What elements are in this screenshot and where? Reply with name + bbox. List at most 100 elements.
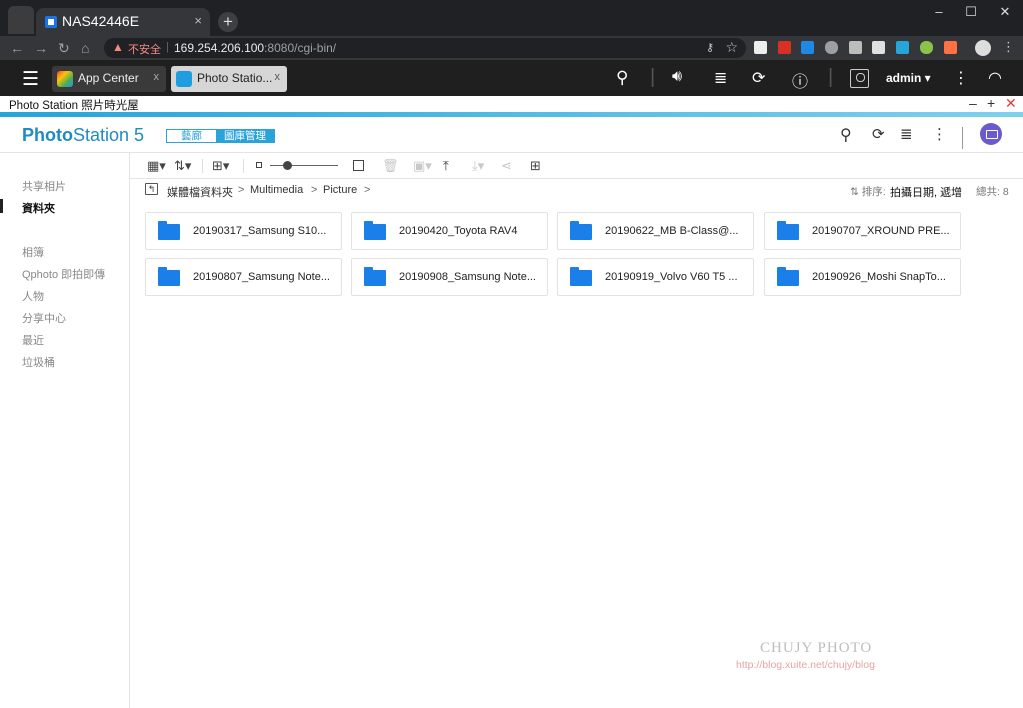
qts-tab-app-center[interactable]: App Center x [52, 66, 166, 92]
qts-topbar: ☰ App Center x Photo Statio... x ⚲ | 🔊︎ … [0, 60, 1023, 96]
sidebar-item-folders[interactable]: 資料夾 [22, 200, 55, 216]
zoom-slider-handle[interactable] [283, 161, 292, 170]
tab-gallery[interactable]: 藝廊 [167, 130, 216, 142]
sort-label-text: 排序: [861, 186, 886, 198]
folder-item[interactable]: 20190707_XROUND PRE... [764, 212, 961, 250]
adblock-icon[interactable] [778, 41, 791, 54]
bookmark-star-icon[interactable]: ☆ [725, 39, 738, 56]
app-logo: PhotoStation 5 [22, 125, 144, 146]
minimize-app-button[interactable]: – [969, 95, 977, 111]
user-icon[interactable] [850, 69, 869, 88]
refresh-icon[interactable]: ⟳ [872, 125, 885, 143]
hamburger-menu-icon[interactable]: ☰ [22, 68, 39, 91]
share-icon[interactable]: ⋖ [501, 158, 512, 174]
close-tab-icon[interactable]: x [275, 71, 281, 83]
extension-icon[interactable] [754, 41, 767, 54]
add-icon[interactable]: ⊞▾ [212, 158, 229, 174]
browser-toolbar: ← → ↻ ⌂ ▲ 不安全 | 169.254.206.100:8080/cgi… [0, 36, 1023, 60]
address-bar[interactable]: ▲ 不安全 | 169.254.206.100:8080/cgi-bin/ ⚷ … [104, 38, 746, 58]
sidebar-item-albums[interactable]: 相簿 [22, 244, 44, 260]
extension-icon[interactable] [920, 41, 933, 54]
sort-icon[interactable]: ⇅▾ [174, 158, 191, 174]
folder-name: 20190622_MB B-Class@... [605, 225, 739, 237]
upload-icon[interactable]: ⤒ [443, 158, 449, 174]
sidebar-item-share-center[interactable]: 分享中心 [22, 310, 66, 326]
profile-avatar-icon[interactable] [975, 40, 991, 56]
tab-library-management[interactable]: 圖庫管理 [216, 130, 274, 142]
slideshow-icon[interactable] [980, 123, 1002, 145]
sidebar-item-shared-photos[interactable]: 共享相片 [22, 178, 66, 194]
qts-tab-label: App Center [78, 71, 139, 85]
app-header: PhotoStation 5 藝廊 圖庫管理 ⚲ ⟳ ≣ ⋮ [0, 117, 1023, 153]
folder-item[interactable]: 20190420_Toyota RAV4 [351, 212, 548, 250]
search-icon[interactable]: ⚲ [840, 125, 852, 145]
back-arrow-icon[interactable]: ↰ [145, 183, 158, 195]
close-tab-icon[interactable]: x [154, 71, 160, 83]
browser-tab[interactable]: NAS42446E × [36, 8, 210, 36]
folder-item[interactable]: 20190807_Samsung Note... [145, 258, 342, 296]
background-tasks-icon[interactable]: ≣ [714, 68, 727, 88]
folder-item[interactable]: 20190622_MB B-Class@... [557, 212, 754, 250]
close-app-button[interactable]: ✕ [1005, 95, 1017, 112]
search-icon[interactable]: ⚲ [616, 68, 628, 88]
folder-item[interactable]: 20190926_Moshi SnapTo... [764, 258, 961, 296]
extension-icon[interactable] [825, 41, 838, 54]
delete-icon[interactable]: 🗑︎ [382, 158, 399, 174]
browser-tab-group[interactable] [8, 6, 34, 34]
key-icon[interactable]: ⚷ [706, 41, 714, 54]
forward-arrow-icon[interactable]: → [34, 40, 48, 56]
sidebar: 共享相片 資料夾 相簿 Qphoto 即拍即傳 人物 分享中心 最近 垃圾桶 [0, 153, 130, 708]
close-tab-icon[interactable]: × [194, 13, 202, 28]
zoom-out-icon[interactable] [256, 162, 262, 168]
divider [243, 159, 244, 173]
maximize-app-button[interactable]: + [987, 95, 995, 111]
folder-name: 20190707_XROUND PRE... [812, 225, 950, 237]
view-mode-icon[interactable]: ▦▾ [147, 158, 166, 174]
sidebar-item-trash[interactable]: 垃圾桶 [22, 354, 55, 370]
extension-icon[interactable] [896, 41, 909, 54]
reload-icon[interactable]: ↻ [58, 40, 70, 57]
download-icon[interactable]: ⤓▾ [472, 158, 484, 174]
breadcrumb: ↰ 媒體檔資料夾 > Multimedia > Picture > ⇅ 排序: … [130, 179, 1023, 201]
more-options-icon[interactable]: ⋮ [953, 68, 969, 88]
breadcrumb-item[interactable]: Picture [323, 184, 357, 196]
folder-icon [777, 221, 799, 240]
info-icon[interactable]: ⓘ [792, 68, 808, 92]
sidebar-item-recent[interactable]: 最近 [22, 332, 44, 348]
zoom-in-icon[interactable] [353, 160, 364, 171]
url-text[interactable]: 169.254.206.100:8080/cgi-bin/ [174, 41, 336, 55]
volume-icon[interactable]: 🔊︎ [672, 68, 682, 86]
breadcrumb-item[interactable]: 媒體檔資料夾 [167, 184, 233, 200]
slideshow-icon[interactable]: ▣▾ [413, 158, 432, 174]
extension-icon[interactable] [801, 41, 814, 54]
sort-value[interactable]: 拍攝日期, 遞增 [890, 184, 962, 200]
home-icon[interactable]: ⌂ [81, 40, 89, 56]
folder-name: 20190317_Samsung S10... [193, 225, 327, 237]
chrome-menu-icon[interactable]: ⋮ [1002, 39, 1015, 55]
extension-icon[interactable] [849, 41, 862, 54]
back-arrow-icon[interactable]: ← [10, 40, 24, 56]
sync-icon[interactable]: ⟳ [752, 68, 765, 88]
minimize-window-button[interactable]: – [924, 4, 954, 19]
qts-tab-photo-station[interactable]: Photo Statio... x [171, 66, 287, 92]
qr-code-icon[interactable]: ⊞ [530, 158, 541, 174]
breadcrumb-separator: > [311, 184, 318, 196]
maximize-window-button[interactable]: ☐ [956, 4, 986, 20]
background-tasks-icon[interactable]: ≣ [900, 125, 913, 143]
new-tab-button[interactable]: + [218, 12, 238, 32]
folder-item[interactable]: 20190919_Volvo V60 T5 ... [557, 258, 754, 296]
folder-item[interactable]: 20190908_Samsung Note... [351, 258, 548, 296]
extension-icon[interactable] [872, 41, 885, 54]
sidebar-item-qphoto[interactable]: Qphoto 即拍即傳 [22, 266, 105, 282]
close-window-button[interactable]: ✕ [990, 4, 1020, 20]
folder-item[interactable]: 20190317_Samsung S10... [145, 212, 342, 250]
zoom-slider[interactable] [270, 165, 338, 166]
more-options-icon[interactable]: ⋮ [932, 125, 947, 143]
sidebar-item-people[interactable]: 人物 [22, 288, 44, 304]
breadcrumb-separator: > [238, 184, 245, 196]
dashboard-gauge-icon[interactable]: ◠ [988, 68, 1002, 88]
security-label[interactable]: 不安全 [128, 41, 161, 57]
extension-icon[interactable] [944, 41, 957, 54]
breadcrumb-item[interactable]: Multimedia [250, 184, 303, 196]
username-menu[interactable]: admin ▾ [886, 71, 931, 85]
